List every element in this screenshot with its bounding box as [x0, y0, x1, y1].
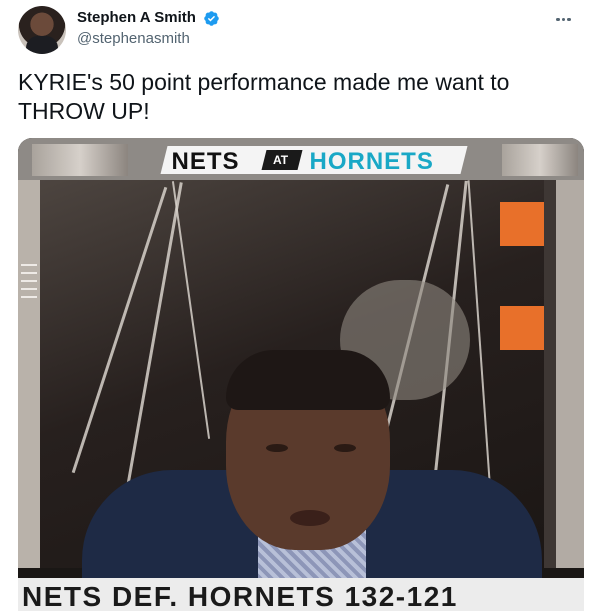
orange-block-2 [500, 306, 544, 350]
speaker [82, 350, 542, 611]
team1-label: NETS [171, 148, 240, 175]
score-lower-third: NETS DEF. HORNETS 132-121 [18, 578, 584, 611]
team2-label: HORNETS [309, 148, 434, 175]
matchup-graphic: NETS AT HORNETS [18, 138, 584, 180]
tweet-text: KYRIE's 50 point performance made me wan… [18, 69, 510, 124]
studio-panel-left [18, 180, 40, 568]
score-text: NETS DEF. HORNETS 132-121 [22, 581, 458, 611]
tweet-media[interactable]: NETS AT HORNETS NETS DEF. HORNETS 132-12… [18, 138, 584, 611]
display-name[interactable]: Stephen A Smith [77, 8, 196, 28]
tweet-header: Stephen A Smith @stephenasmith [18, 6, 588, 56]
tweet-card[interactable]: Stephen A Smith @stephenasmith KYRIE's 5… [0, 0, 596, 611]
handle[interactable]: @stephenasmith [77, 29, 220, 49]
orange-block-1 [500, 202, 544, 246]
at-label: AT [273, 153, 289, 167]
verified-badge-icon [204, 10, 220, 26]
avatar[interactable] [18, 6, 66, 54]
author-names[interactable]: Stephen A Smith @stephenasmith [77, 8, 220, 49]
studio-panel-right [544, 180, 584, 568]
ellipsis-icon[interactable] [556, 8, 580, 24]
